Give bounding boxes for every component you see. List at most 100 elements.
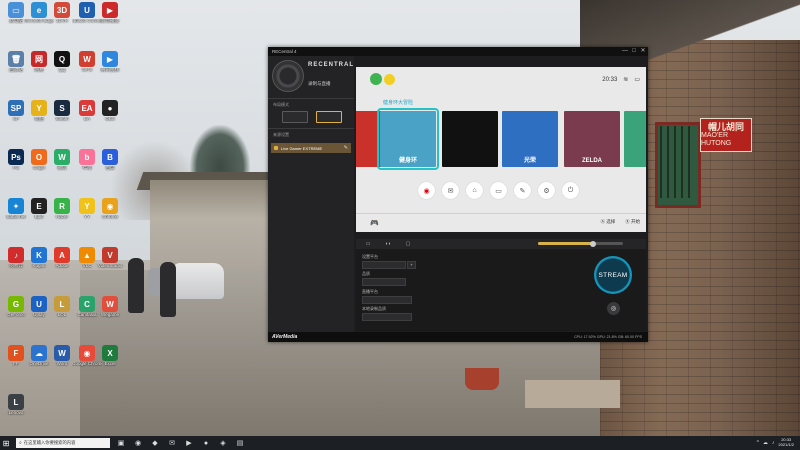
app-icon: ▭ xyxy=(8,2,24,18)
selected-game-title: 健身环大冒险 xyxy=(383,100,414,106)
sources-section-label: 来源设置 xyxy=(273,132,289,137)
start-button[interactable]: ⊞ xyxy=(0,436,12,450)
desktop-icon-label: 影音播放 xyxy=(101,19,119,23)
source-name: Live Gamer EXTREME xyxy=(281,145,323,151)
taskbar-app-icon[interactable]: ◉ xyxy=(132,437,144,449)
user-avatar-icon xyxy=(370,73,382,85)
source-item-live-gamer[interactable]: Live Gamer EXTREME ✎ xyxy=(271,143,351,153)
desktop-icon[interactable]: ▶ 影音播放 xyxy=(96,2,124,36)
taskbar-clock[interactable]: 20:33 2021/1/2 xyxy=(778,438,794,447)
game-tile[interactable] xyxy=(442,111,498,167)
app-icon: Y xyxy=(79,198,95,214)
app-icon: U xyxy=(79,2,95,18)
taskbar-app-icon[interactable]: ▣ xyxy=(115,437,127,449)
local-record-dropdown[interactable] xyxy=(362,313,412,321)
app-icon: ▶ xyxy=(102,51,118,67)
desktop-icon-label: Lenovo xyxy=(8,411,24,415)
news-icon[interactable]: ✉ xyxy=(442,182,459,199)
stream-settings-panel: ▭ ◖◗ ▢ 设置平台 + 品质 直播平台 本地录制品质 STREAM ◎ xyxy=(356,239,646,331)
app-icon: 网 xyxy=(31,51,47,67)
app-icon: V xyxy=(102,247,118,263)
game-tile[interactable]: ZELDA xyxy=(564,111,620,167)
album-icon[interactable]: ⌂ xyxy=(466,182,483,199)
desktop-icon[interactable]: B 百度 xyxy=(96,149,124,183)
taskbar-search[interactable]: ⌕ 在这里输入你要搜索的内容 xyxy=(16,438,110,448)
mode-selector[interactable]: 录制与直播 xyxy=(308,81,331,87)
platform-dropdown[interactable] xyxy=(362,261,406,269)
close-button[interactable]: ✕ xyxy=(640,48,646,54)
hint-select: Ⓐ 选择 xyxy=(600,219,616,224)
app-icon: e xyxy=(31,2,47,18)
power-icon[interactable]: ⏻ xyxy=(562,182,579,199)
app-icon: EA xyxy=(79,100,95,116)
settings-tab-icon[interactable]: ▭ xyxy=(360,241,376,248)
app-icon: W xyxy=(54,345,70,361)
taskbar-app-icon[interactable]: ◈ xyxy=(217,437,229,449)
tray-chevron-icon[interactable]: ^ xyxy=(757,440,759,446)
edit-icon[interactable]: ✎ xyxy=(344,145,348,151)
taskbar-app-icon[interactable]: ● xyxy=(200,437,212,449)
live-platform-dropdown[interactable] xyxy=(362,296,412,304)
volume-knob[interactable] xyxy=(590,240,597,247)
wallpaper-car xyxy=(172,263,224,299)
desktop-icon-label: Chrome xyxy=(101,215,118,219)
controllers-icon[interactable]: ▭ xyxy=(490,182,507,199)
desktop-icon[interactable]: W Wegame xyxy=(96,296,124,330)
window-controls: — □ ✕ xyxy=(622,48,646,54)
performance-stats: CPU: 17.92% GPU: 21.8% GB: 60.00 FPS xyxy=(574,335,642,339)
desktop-icon[interactable]: ● OBS xyxy=(96,100,124,134)
desktop-icon[interactable]: L Lenovo xyxy=(2,394,30,428)
video-preview[interactable]: 20:33 ≋ ▭ 健身环大冒险 健身环 光荣 ZELDA ◉ ✉ ⌂ ▭ ✎ ⚙ ⏻ 🎮 Ⓐ … xyxy=(356,67,646,232)
taskbar-app-icon[interactable]: ✉ xyxy=(166,437,178,449)
recentral-sidebar: RECENTRAL 录制与直播 布局模式 来源设置 Live Gamer EXT… xyxy=(268,56,354,332)
switch-status-bar: 20:33 ≋ ▭ xyxy=(602,76,640,84)
desktop-icon[interactable]: ◉ Chrome xyxy=(96,198,124,232)
controller-icon: 🎮 xyxy=(370,220,379,227)
quality-dropdown[interactable] xyxy=(362,278,406,286)
layout-single-button[interactable] xyxy=(282,111,308,123)
taskbar-app-icon[interactable]: ▶ xyxy=(183,437,195,449)
app-icon: Q xyxy=(54,51,70,67)
taskbar-app-icon[interactable]: ◆ xyxy=(149,437,161,449)
tray-volume-icon[interactable]: ♪ xyxy=(772,440,775,446)
game-tile-label: ZELDA xyxy=(582,158,602,164)
app-icon: X xyxy=(102,345,118,361)
eshop-icon[interactable]: ◉ xyxy=(418,182,435,199)
recentral-window[interactable]: RECentral 4 — □ ✕ RECENTRAL 录制与直播 布局模式 来… xyxy=(268,47,648,342)
minimize-button[interactable]: — xyxy=(622,48,628,54)
game-tile-label: 光荣 xyxy=(523,158,536,164)
settings-icon[interactable]: ⚙ xyxy=(538,182,555,199)
snapshot-button[interactable]: ◎ xyxy=(607,302,620,315)
app-icon: ▲ xyxy=(79,247,95,263)
platform-label: 设置平台 xyxy=(362,254,378,259)
display-tab-icon[interactable]: ▢ xyxy=(400,241,416,248)
volume-fill xyxy=(538,242,594,245)
tray-cloud-icon[interactable]: ☁ xyxy=(763,440,768,446)
taskbar-app-icon[interactable]: ▤ xyxy=(234,437,246,449)
volume-slider[interactable] xyxy=(538,240,623,247)
app-icon: ☁ xyxy=(31,345,47,361)
game-tile[interactable]: 健身环 xyxy=(377,108,439,170)
window-titlebar[interactable]: RECentral 4 — □ ✕ xyxy=(268,47,648,56)
desktop-icon[interactable]: V VideoStudio xyxy=(96,247,124,281)
add-platform-button[interactable]: + xyxy=(407,261,416,269)
edit-icon[interactable]: ✎ xyxy=(514,182,531,199)
switch-home-menu: ◉ ✉ ⌂ ▭ ✎ ⚙ ⏻ xyxy=(418,182,579,199)
desktop-icon-label: Excel xyxy=(104,362,116,366)
desktop-icon-label: OBS xyxy=(105,117,115,121)
desktop-icon[interactable]: X Excel xyxy=(96,345,124,379)
button-hints: Ⓐ 选择 Ⓧ 开始 xyxy=(600,219,640,225)
layout-pip-button[interactable] xyxy=(316,111,342,123)
window-title: RECentral 4 xyxy=(272,49,297,54)
quality-label: 品质 xyxy=(362,271,370,276)
game-tile[interactable] xyxy=(624,111,646,167)
desktop-icon[interactable]: ▶ 腾讯视频 xyxy=(96,51,124,85)
game-tile[interactable]: 光荣 xyxy=(502,111,558,167)
audio-tab-icon[interactable]: ◖◗ xyxy=(380,241,396,248)
wallpaper-street-sign: 帽儿胡同 MAO'ER HUTONG xyxy=(700,118,752,152)
game-tile-label: 健身环 xyxy=(398,158,417,164)
stream-button[interactable]: STREAM xyxy=(594,256,632,294)
wallpaper-window-bars xyxy=(660,126,690,198)
maximize-button[interactable]: □ xyxy=(631,48,637,54)
app-brand: RECENTRAL xyxy=(308,62,354,68)
